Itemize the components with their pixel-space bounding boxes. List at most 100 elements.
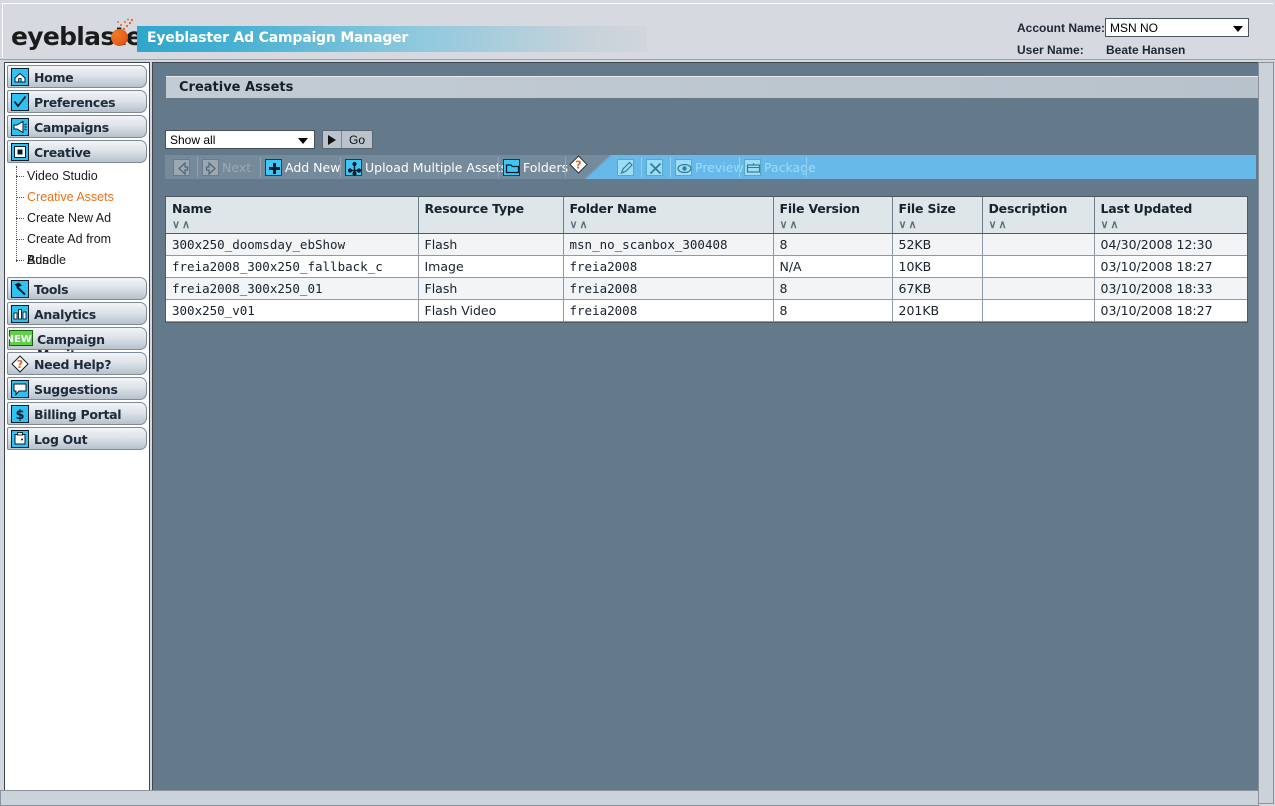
folders-button[interactable]: Folders: [503, 157, 568, 177]
arrow-right-icon: [202, 158, 219, 176]
checkmark-icon: [11, 93, 29, 111]
column-header-label: Description: [988, 201, 1068, 216]
svg-text:?: ?: [575, 159, 581, 172]
sidebar-item-analytics[interactable]: Analytics: [7, 302, 147, 325]
divider: [197, 157, 198, 177]
folder-icon: [503, 158, 520, 176]
sidebar-subitem-label: Creative Assets: [27, 190, 114, 204]
help-button[interactable]: ?: [569, 155, 588, 177]
sort-arrows[interactable]: ∨∧: [570, 218, 773, 231]
table-row[interactable]: freia2008_300x250_01 Flash freia2008 8 6…: [166, 277, 1247, 300]
cell-folder-name: freia2008: [563, 277, 774, 300]
sort-arrows[interactable]: ∨∧: [989, 218, 1094, 231]
user-name-label: User Name:: [1017, 43, 1084, 57]
toolbar-wedge: [585, 155, 611, 179]
sidebar-item-label: Preferences: [34, 95, 116, 110]
sidebar-item-billing-portal[interactable]: $ Billing Portal: [7, 402, 147, 425]
account-select[interactable]: MSN NO: [1105, 18, 1249, 37]
divider: [806, 157, 807, 177]
sort-arrows[interactable]: ∨∧: [172, 218, 418, 231]
upload-multiple-assets-button[interactable]: Upload Multiple Assets: [345, 157, 507, 177]
user-name-value: Beate Hansen: [1106, 43, 1186, 57]
cell-description: [982, 277, 1095, 300]
sidebar-item-home[interactable]: Home: [7, 65, 147, 88]
divider: [739, 157, 740, 177]
table-row[interactable]: 300x250_doomsday_ebShow Flash msn_no_sca…: [166, 233, 1247, 256]
column-header-label: Name: [172, 201, 212, 216]
eye-icon: [675, 158, 692, 176]
chevron-down-icon: [298, 138, 308, 144]
sidebar-item-preferences[interactable]: Preferences: [7, 90, 147, 113]
eyeblaster-logo: eyeblaster: [11, 18, 154, 52]
divider: [340, 157, 341, 177]
tree-tick-icon: [16, 239, 24, 240]
sidebar-item-need-help[interactable]: ? Need Help?: [7, 352, 147, 375]
add-new-button[interactable]: Add New: [265, 157, 340, 177]
sidebar-subitem-label: Video Studio: [27, 169, 98, 183]
go-button[interactable]: Go: [322, 130, 374, 149]
sidebar-subitem-create-new-ad[interactable]: Create New Ad: [5, 208, 149, 229]
show-filter-value: Show all: [170, 133, 216, 147]
column-header-file-size[interactable]: File Size ∨∧: [892, 197, 983, 234]
preview-button[interactable]: Preview: [675, 157, 744, 177]
sidebar-subitem-creative-assets[interactable]: Creative Assets: [5, 187, 149, 208]
sort-arrows[interactable]: ∨∧: [899, 218, 982, 231]
tree-tick-icon: [16, 260, 24, 261]
new-badge-icon: NEW!: [6, 330, 36, 348]
sidebar-item-label: Campaigns: [34, 120, 109, 135]
cell-resource-type: Flash: [418, 277, 564, 300]
cell-file-size: 201KB: [892, 299, 983, 322]
arrow-left-icon: [173, 158, 190, 176]
package-button-label: Package: [764, 159, 816, 175]
sidebar-item-label: Suggestions: [34, 382, 118, 397]
cell-file-size: 67KB: [892, 277, 983, 300]
cell-file-version: 8: [773, 299, 893, 322]
sidebar-subitem-video-studio[interactable]: Video Studio: [5, 166, 149, 187]
table-row[interactable]: freia2008_300x250_fallback_c Image freia…: [166, 255, 1247, 278]
prev-page-button[interactable]: [173, 157, 190, 177]
cell-file-size: 10KB: [892, 255, 983, 278]
edit-button[interactable]: [617, 157, 634, 177]
next-page-button[interactable]: Next: [202, 157, 251, 177]
sidebar-subitem-create-ad-from-bundle[interactable]: Create Ad from Bundle: [5, 229, 149, 267]
sidebar-item-log-out[interactable]: Log Out: [7, 427, 147, 450]
sidebar-item-campaigns[interactable]: Campaigns: [7, 115, 147, 138]
cell-last-updated: 04/30/2008 12:30: [1094, 233, 1247, 256]
column-header-description[interactable]: Description ∨∧: [982, 197, 1095, 234]
add-new-button-label: Add New: [285, 159, 341, 175]
sidebar-item-creative[interactable]: Creative: [7, 140, 147, 163]
sort-arrows[interactable]: ∨∧: [1101, 218, 1248, 231]
column-header-name[interactable]: Name ∨∧: [166, 197, 419, 234]
question-diamond-icon: ?: [11, 355, 29, 373]
cell-last-updated: 03/10/2008 18:27: [1094, 255, 1247, 278]
package-icon: [744, 158, 761, 176]
sidebar-subnav-creative: Video Studio Creative Assets Create New …: [5, 163, 149, 275]
column-header-resource-type[interactable]: Resource Type: [418, 197, 564, 234]
sidebar-item-suggestions[interactable]: Suggestions: [7, 377, 147, 400]
horizontal-scrollbar[interactable]: [0, 790, 1259, 806]
speech-bubble-icon: [11, 380, 29, 398]
column-header-last-updated[interactable]: Last Updated ∨∧: [1094, 197, 1247, 234]
table-row[interactable]: 300x250_v01 Flash Video freia2008 8 201K…: [166, 299, 1247, 322]
account-select-value: MSN NO: [1110, 21, 1158, 35]
vertical-scrollbar[interactable]: [1258, 62, 1274, 804]
column-header-folder-name[interactable]: Folder Name ∨∧: [563, 197, 774, 234]
delete-button[interactable]: [646, 157, 663, 177]
cell-name: 300x250_doomsday_ebShow: [166, 233, 419, 256]
divider: [670, 157, 671, 177]
show-filter-select[interactable]: Show all: [165, 130, 315, 149]
sidebar-item-campaign-monitor[interactable]: NEW! Campaign Monitor: [6, 327, 147, 362]
sidebar-subitem-ads[interactable]: Ads: [5, 250, 149, 271]
dollar-icon: $: [11, 405, 29, 423]
sort-arrows[interactable]: ∨∧: [780, 218, 892, 231]
column-header-label: File Size: [898, 201, 956, 216]
sidebar-item-tools[interactable]: Tools: [7, 277, 147, 300]
column-header-file-version[interactable]: File Version ∨∧: [773, 197, 893, 234]
tree-tick-icon: [16, 218, 24, 219]
page-title-bar: Creative Assets: [166, 76, 1259, 98]
home-icon: [11, 68, 29, 86]
cell-description: [982, 255, 1095, 278]
cell-file-version: 8: [773, 233, 893, 256]
preview-button-label: Preview: [695, 159, 744, 175]
app-title-banner: Eyeblaster Ad Campaign Manager: [137, 26, 647, 52]
